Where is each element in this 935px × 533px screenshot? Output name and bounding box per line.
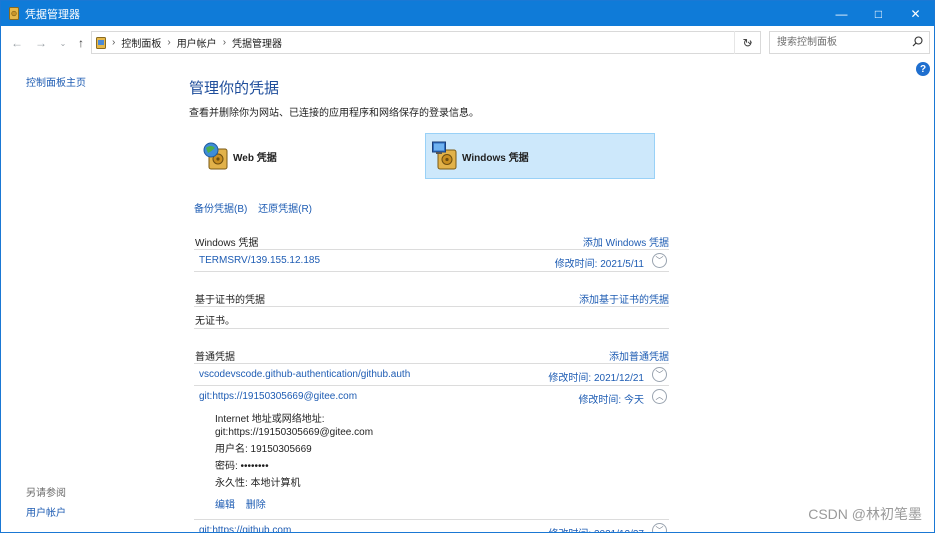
- search-input[interactable]: [775, 32, 910, 53]
- expand-chevron-icon[interactable]: ﹀: [652, 367, 667, 382]
- add-certificate-credential-link[interactable]: 添加基于证书的凭据: [579, 291, 669, 306]
- no-certificates-text: 无证书。: [195, 316, 235, 327]
- watermark-text: CSDN @林初笔墨: [808, 506, 922, 522]
- credential-manager-app-icon: [9, 7, 19, 20]
- control-panel-home-link[interactable]: 控制面板主页: [26, 74, 86, 89]
- recent-locations-chevron-icon[interactable]: ⌄: [55, 35, 71, 51]
- left-navigation-panel: 控制面板主页 另请参阅 用户帐户: [1, 60, 171, 532]
- section-title: 基于证书的凭据: [195, 295, 265, 306]
- credential-row[interactable]: TERMSRV/139.155.12.185 修改时间: 2021/5/11 ﹀: [194, 250, 669, 272]
- address-bar: ← → ⌄ ↑ › 控制面板 › 用户帐户 › 凭据管理器 ⌄ ↻: [1, 26, 934, 60]
- collapse-chevron-icon[interactable]: ︿: [652, 389, 667, 404]
- help-icon[interactable]: ?: [916, 62, 930, 76]
- title-bar: 凭据管理器 — □ ✕: [1, 1, 934, 26]
- section-header: Windows 凭据 添加 Windows 凭据: [194, 232, 669, 250]
- username-text: 用户名: 19150305669: [215, 444, 312, 455]
- maximize-button[interactable]: □: [860, 1, 897, 26]
- add-generic-credential-link[interactable]: 添加普通凭据: [609, 348, 669, 363]
- address-path-box[interactable]: › 控制面板 › 用户帐户 › 凭据管理器 ⌄: [91, 31, 761, 54]
- window-title: 凭据管理器: [25, 8, 80, 21]
- persistence-text: 永久性: 本地计算机: [215, 478, 301, 489]
- restore-credentials-link[interactable]: 还原凭据(R): [258, 204, 312, 215]
- credential-manager-window: 凭据管理器 — □ ✕ ← → ⌄ ↑ › 控制面板 › 用户帐户 › 凭据管理…: [0, 0, 935, 533]
- expand-chevron-icon[interactable]: ﹀: [652, 523, 667, 532]
- credential-actions-row: 编辑 删除: [215, 496, 669, 519]
- control-panel-location-icon: [96, 36, 106, 49]
- breadcrumb-separator-icon: ›: [167, 37, 171, 48]
- credential-modified: 修改时间: 2021/12/21: [548, 373, 644, 384]
- breadcrumb-separator-icon: ›: [112, 37, 116, 48]
- windows-credentials-vault-icon: [432, 141, 458, 171]
- main-content: 管理你的凭据 查看并删除你为网站、已连接的应用程序和网络保存的登录信息。 Web…: [189, 60, 679, 533]
- credential-name: TERMSRV/139.155.12.185: [199, 255, 321, 266]
- breadcrumb-separator-icon: ›: [222, 37, 227, 48]
- minimize-button[interactable]: —: [823, 1, 860, 26]
- search-box: [769, 31, 930, 54]
- backup-credentials-link[interactable]: 备份凭据(B): [194, 204, 247, 215]
- credential-modified: 修改时间: 今天: [578, 395, 644, 406]
- section-header: 普通凭据 添加普通凭据: [194, 346, 669, 364]
- breadcrumb-credential-manager[interactable]: 凭据管理器: [232, 35, 282, 50]
- credential-modified: 修改时间: 2021/12/27: [548, 525, 644, 532]
- credential-actions: 备份凭据(B) 还原凭据(R): [194, 200, 320, 215]
- up-arrow-icon[interactable]: ↑: [73, 35, 89, 51]
- windows-credentials-tab[interactable]: Windows 凭据: [425, 133, 655, 179]
- generic-credentials-section: 普通凭据 添加普通凭据 vscodevscode.github-authenti…: [194, 346, 669, 533]
- web-credentials-vault-icon: [203, 141, 229, 171]
- windows-credentials-label: Windows 凭据: [462, 152, 529, 164]
- section-header: 基于证书的凭据 添加基于证书的凭据: [194, 289, 669, 307]
- address-value: git:https://19150305669@gitee.com: [215, 427, 374, 438]
- add-windows-credential-link[interactable]: 添加 Windows 凭据: [583, 234, 669, 249]
- certificate-credentials-section: 基于证书的凭据 添加基于证书的凭据 无证书。: [194, 289, 669, 329]
- forward-arrow-icon[interactable]: →: [33, 35, 49, 51]
- expand-chevron-icon[interactable]: ﹀: [652, 253, 667, 268]
- page-title: 管理你的凭据: [189, 80, 280, 97]
- breadcrumb-control-panel[interactable]: 控制面板: [121, 35, 161, 50]
- delete-credential-link[interactable]: 删除: [246, 500, 266, 511]
- credential-name: vscodevscode.github-authentication/githu…: [199, 369, 411, 380]
- address-label: Internet 地址或网络地址:: [215, 414, 325, 425]
- back-arrow-icon[interactable]: ←: [9, 35, 25, 51]
- refresh-icon[interactable]: ↻: [734, 31, 760, 54]
- section-title: 普通凭据: [195, 352, 235, 363]
- edit-credential-link[interactable]: 编辑: [215, 500, 235, 511]
- credential-row-expanded[interactable]: git:https://19150305669@gitee.com 修改时间: …: [194, 386, 669, 408]
- credential-modified: 修改时间: 2021/5/11: [554, 259, 644, 270]
- credential-name: git:https://github.com: [199, 525, 292, 533]
- search-icon[interactable]: [912, 36, 923, 50]
- credential-row[interactable]: vscodevscode.github-authentication/githu…: [194, 364, 669, 386]
- windows-credentials-section: Windows 凭据 添加 Windows 凭据 TERMSRV/139.155…: [194, 232, 669, 272]
- web-credentials-label: Web 凭据: [233, 152, 277, 164]
- section-title: Windows 凭据: [195, 238, 259, 249]
- breadcrumb-user-accounts[interactable]: 用户帐户: [177, 35, 217, 50]
- page-description: 查看并删除你为网站、已连接的应用程序和网络保存的登录信息。: [189, 108, 479, 119]
- user-accounts-link[interactable]: 用户帐户: [26, 504, 66, 519]
- credential-details: Internet 地址或网络地址: git:https://1915030566…: [194, 408, 669, 520]
- credential-row[interactable]: git:https://github.com 修改时间: 2021/12/27 …: [194, 520, 669, 533]
- see-also-label: 另请参阅: [26, 488, 66, 499]
- empty-row: 无证书。: [194, 307, 669, 329]
- password-text: 密码: ••••••••: [215, 461, 269, 472]
- window-controls: — □ ✕: [823, 1, 934, 26]
- credential-name: git:https://19150305669@gitee.com: [199, 391, 358, 402]
- close-button[interactable]: ✕: [897, 1, 934, 26]
- web-credentials-tab[interactable]: Web 凭据: [197, 133, 425, 179]
